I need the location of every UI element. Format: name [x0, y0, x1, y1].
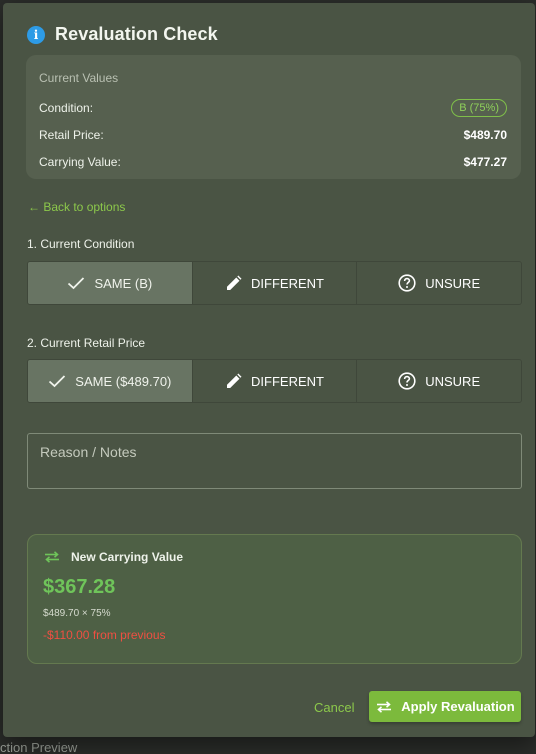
condition-section-label: 1. Current Condition — [27, 237, 135, 251]
current-values-panel: Current Values Condition: B (75%) Retail… — [26, 55, 521, 179]
dialog-title: Revaluation Check — [55, 24, 218, 44]
new-carrying-value-difference: -$110.00 from previous — [43, 628, 166, 642]
background-section-title: ction Preview — [0, 740, 78, 754]
back-to-options-link[interactable]: ← Back to options — [28, 200, 125, 214]
help-circle-icon — [398, 372, 416, 390]
condition-options: SAME (B) DIFFERENT UNSURE — [27, 261, 522, 305]
price-different-label: DIFFERENT — [251, 373, 324, 389]
check-icon — [49, 375, 66, 388]
apply-revaluation-label: Apply Revaluation — [401, 699, 515, 714]
pencil-icon — [227, 373, 242, 388]
new-carrying-value-title: New Carrying Value — [71, 550, 184, 564]
swap-arrows-icon — [45, 551, 59, 563]
price-section-label: 2. Current Retail Price — [27, 336, 146, 350]
retail-price-row: Retail Price: $489.70 — [39, 121, 507, 148]
dialog-header: i Revaluation Check — [27, 24, 218, 45]
revaluation-dialog: i Revaluation Check Current Values Condi… — [3, 3, 535, 737]
price-options: SAME ($489.70) DIFFERENT UNSURE — [27, 359, 522, 403]
info-icon: i — [27, 25, 45, 44]
pencil-icon — [227, 275, 242, 290]
carrying-value-value: $477.27 — [463, 154, 507, 169]
retail-price-value: $489.70 — [463, 127, 507, 142]
new-carrying-value-panel: New Carrying Value $367.28 $489.70 × 75%… — [27, 534, 522, 664]
condition-row: Condition: B (75%) — [39, 94, 507, 121]
retail-price-label: Retail Price: — [39, 127, 104, 142]
price-same-button[interactable]: SAME ($489.70) — [28, 360, 193, 402]
condition-badge: B (75%) — [451, 98, 507, 117]
price-same-label: SAME ($489.70) — [75, 373, 172, 389]
condition-same-button[interactable]: SAME (B) — [28, 262, 193, 304]
price-unsure-label: UNSURE — [425, 373, 481, 389]
price-unsure-button[interactable]: UNSURE — [357, 360, 521, 402]
condition-label: Condition: — [39, 100, 94, 115]
condition-unsure-label: UNSURE — [425, 275, 481, 291]
price-different-button[interactable]: DIFFERENT — [192, 360, 358, 402]
check-icon — [68, 277, 85, 290]
new-carrying-value-amount: $367.28 — [43, 576, 116, 598]
help-circle-icon — [398, 274, 416, 292]
condition-unsure-button[interactable]: UNSURE — [357, 262, 521, 304]
apply-revaluation-button[interactable]: Apply Revaluation — [369, 691, 521, 722]
reason-notes-field[interactable]: Reason / Notes — [27, 433, 522, 489]
new-carrying-value-formula: $489.70 × 75% — [43, 608, 111, 619]
new-carrying-value-header: New Carrying Value — [43, 550, 506, 564]
condition-different-label: DIFFERENT — [251, 275, 324, 291]
condition-same-label: SAME (B) — [94, 275, 153, 291]
current-values-header: Current Values — [39, 71, 119, 85]
carrying-value-label: Carrying Value: — [39, 154, 121, 169]
swap-arrows-icon — [377, 700, 392, 713]
cancel-button[interactable]: Cancel — [314, 700, 354, 715]
carrying-value-row: Carrying Value: $477.27 — [39, 148, 507, 175]
condition-different-button[interactable]: DIFFERENT — [192, 262, 358, 304]
